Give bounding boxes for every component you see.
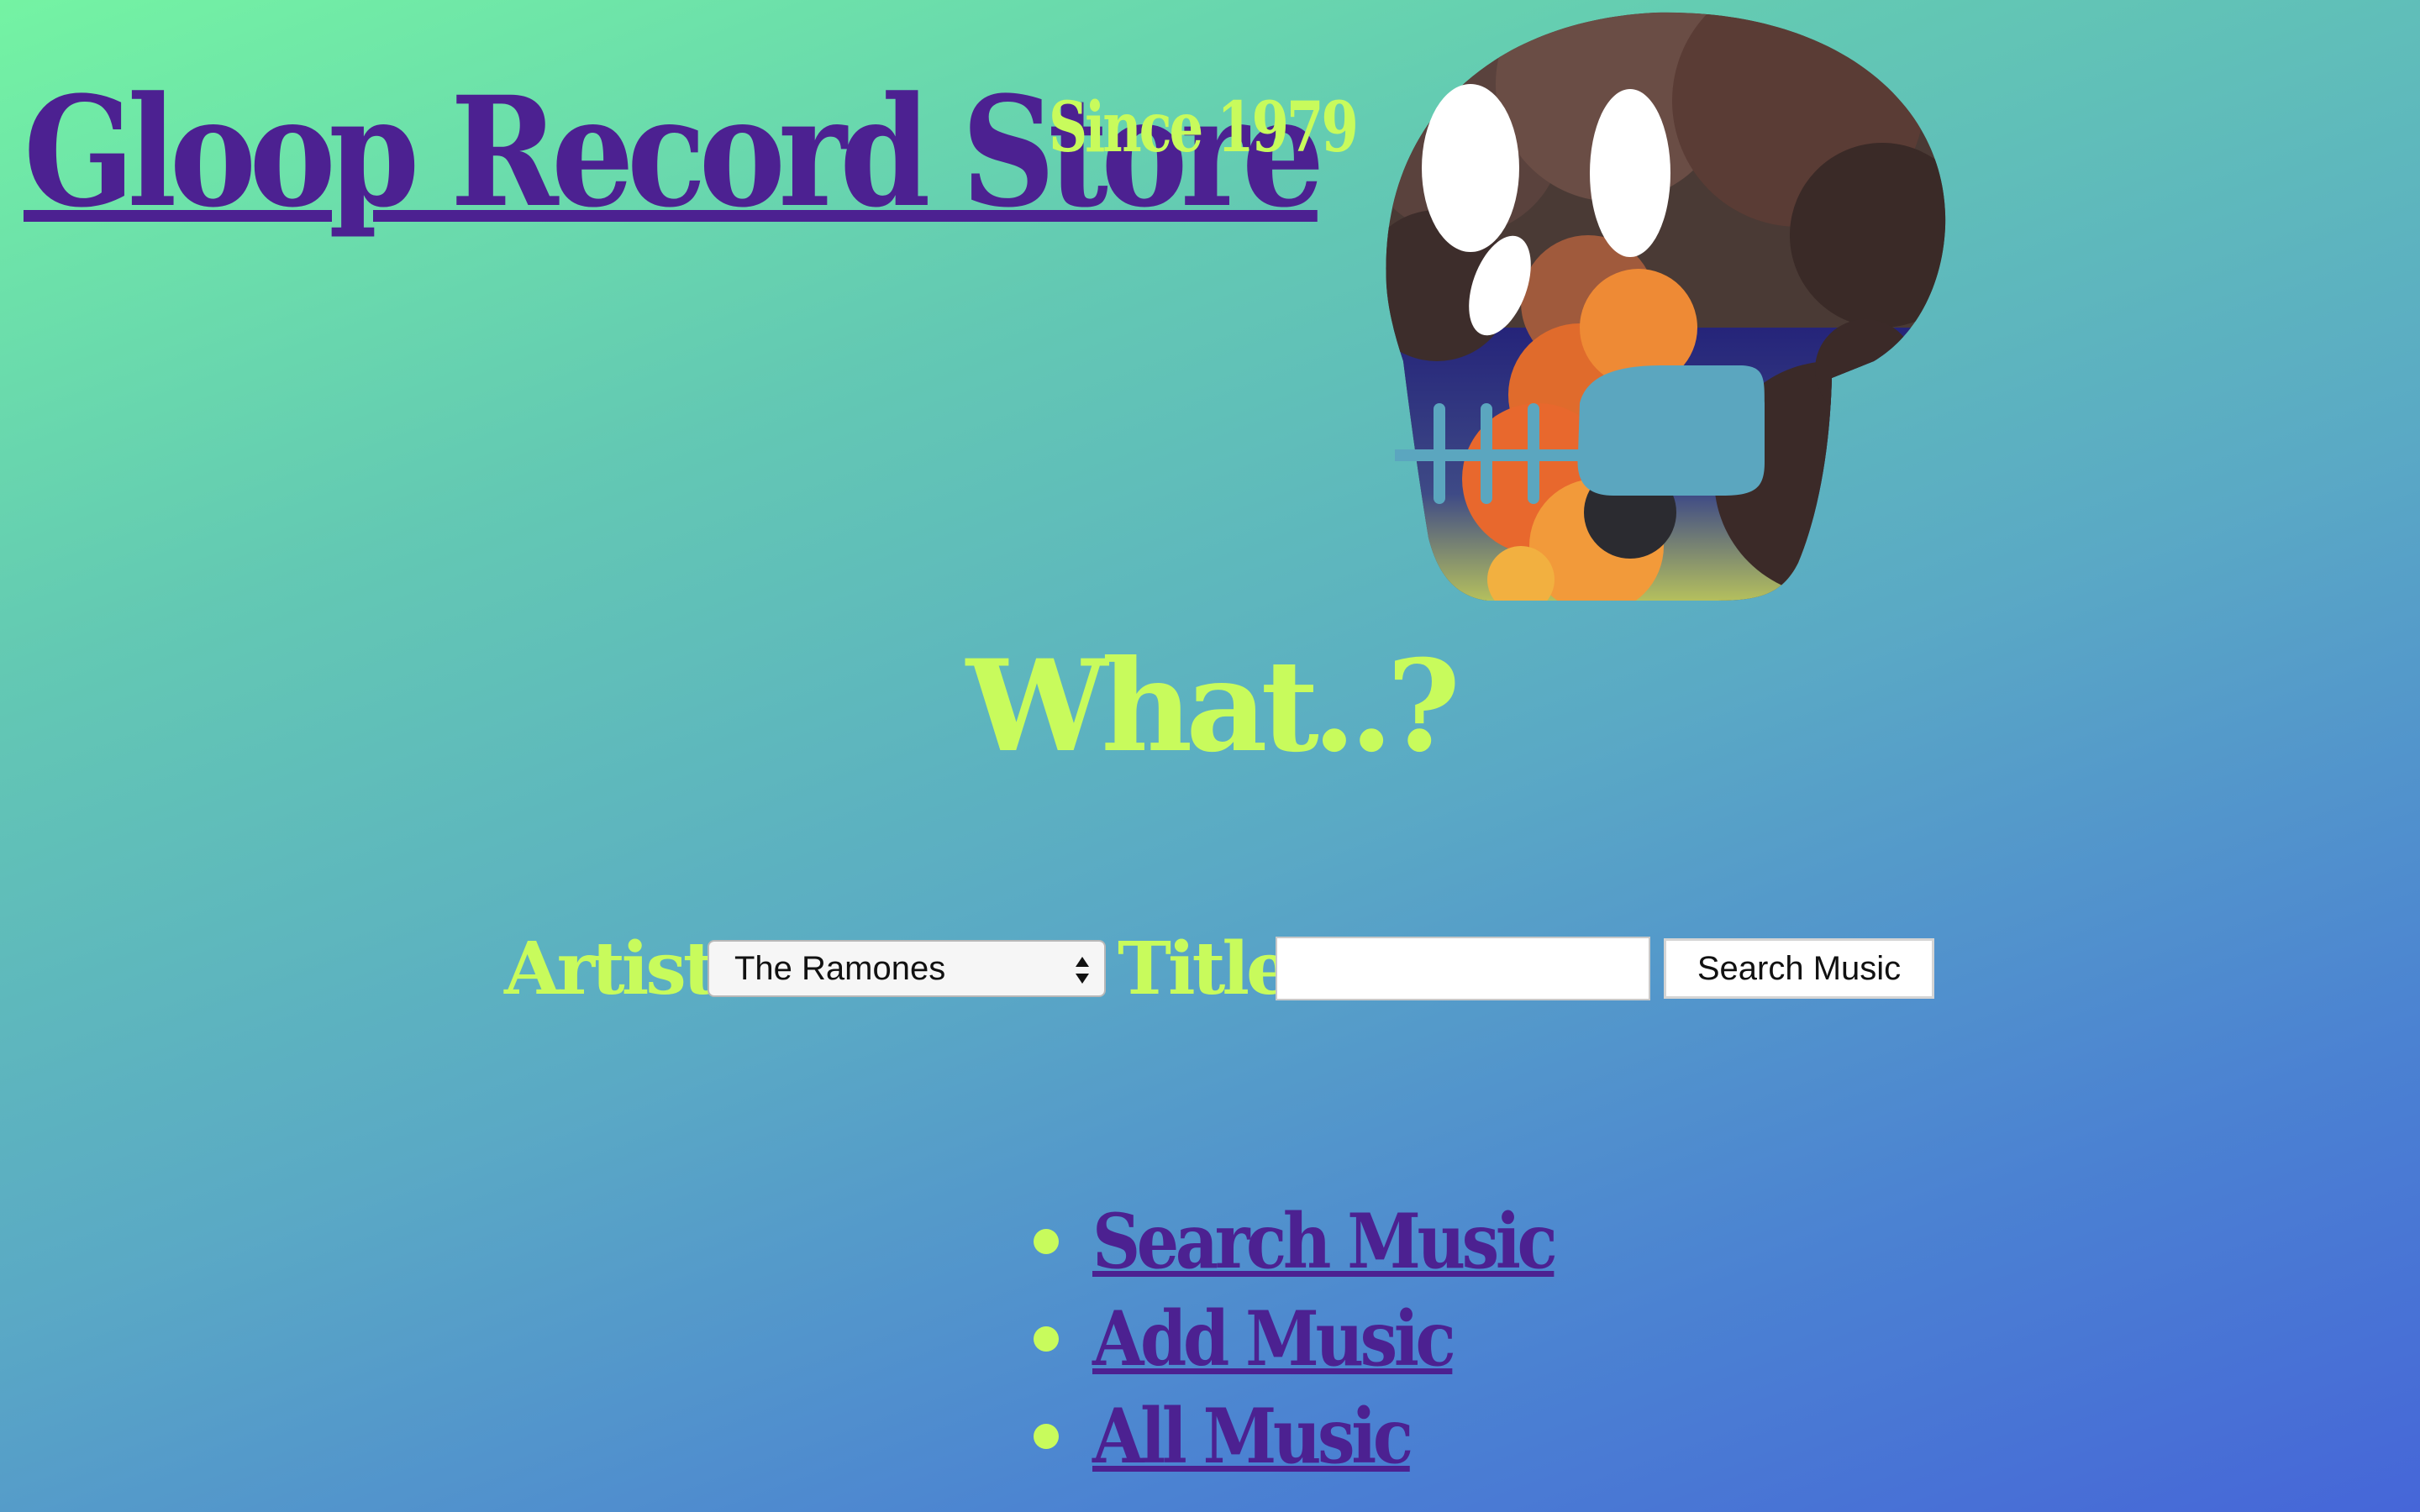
- nav-link-search-music[interactable]: Search Music: [1092, 1197, 1558, 1286]
- search-music-button[interactable]: Search Music: [1664, 938, 1934, 999]
- artist-select-value: The Ramones: [734, 949, 946, 987]
- list-item: Add Music: [1034, 1290, 1617, 1388]
- list-item: Search Music: [1034, 1193, 1617, 1290]
- nav-link-add-music[interactable]: Add Music: [1092, 1294, 1456, 1383]
- artist-select[interactable]: The Ramones: [708, 940, 1106, 997]
- title-label: Title:: [1118, 926, 1316, 1011]
- artist-label: Artist:: [504, 926, 739, 1011]
- nav-link-all-music[interactable]: All Music: [1092, 1392, 1413, 1481]
- page-heading: What..?: [965, 633, 1460, 780]
- bullet-icon: [1034, 1326, 1059, 1352]
- bullet-icon: [1034, 1229, 1059, 1254]
- skull-icon: [1386, 12, 1946, 601]
- updown-arrows-icon: [1076, 957, 1089, 984]
- since-tagline: Since 1979: [1049, 87, 1359, 168]
- title-input[interactable]: [1276, 937, 1650, 1000]
- nav-list: Search Music Add Music All Music: [1034, 1193, 1617, 1485]
- list-item: All Music: [1034, 1388, 1617, 1485]
- bullet-icon: [1034, 1424, 1059, 1449]
- search-form: Artist: The Ramones Title: Search Music: [504, 922, 1934, 1015]
